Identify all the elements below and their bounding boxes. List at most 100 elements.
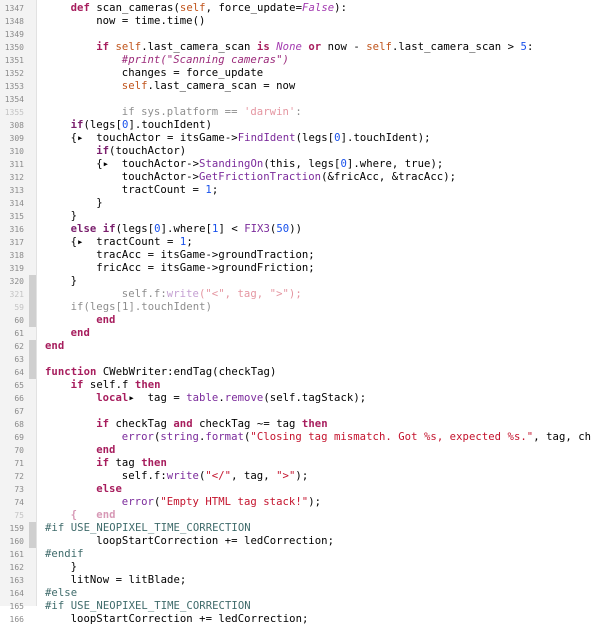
code-text: end [71,327,90,340]
code-text: tracAcc = itsGame->groundTraction; [96,249,315,262]
code-text: loopStartCorrection += ledCorrection; [71,613,309,626]
code-line[interactable]: 314} [0,197,606,210]
code-text: def scan_cameras(self, force_update=Fals… [71,2,347,15]
code-line[interactable]: 72 self.f:write("</", tag, ">"); [0,470,606,483]
code-text: tractCount = 1; [122,184,218,197]
code-token: } [96,197,103,209]
line-number: 165 [9,602,24,611]
code-token: ; [186,236,193,248]
code-line[interactable]: 64 function CWebWriter:endTag(checkTag) [0,366,606,379]
code-token: #else [45,587,78,599]
code-text: if checkTag and checkTag ~= tag then [96,418,327,431]
code-token: if [96,41,116,53]
code-token: fricAcc = itsGame->groundFriction; [96,262,315,274]
code-line[interactable]: 165 #if USE_NEOPIXEL_TIME_CORRECTION [0,600,606,613]
code-line[interactable]: 161 #endif [0,548,606,561]
code-line[interactable]: 1355 if sys.platform == 'darwin': [0,106,606,119]
code-line[interactable]: 309 {▸ touchActor = itsGame->FindIdent(le… [0,132,606,145]
code-line[interactable]: 1347 def scan_cameras(self, force_update=… [0,2,606,15]
code-line[interactable]: 315} [0,210,606,223]
code-line[interactable]: 75 { end [0,509,606,522]
code-line[interactable]: 66 local▸ tag = table.remove(self.tagStac… [0,392,606,405]
code-line[interactable]: 160 loopStartCorrection += ledCorrection; [0,535,606,548]
line-number: 1351 [4,56,24,65]
code-text: #if USE_NEOPIXEL_TIME_CORRECTION [45,600,251,613]
code-line[interactable]: 1353 self.last_camera_scan = now [0,80,606,93]
line-number: 161 [9,550,24,559]
code-token: GetFrictionTraction [198,171,322,183]
line-number: 319 [9,264,24,273]
line-number: 63 [14,355,24,364]
code-line[interactable]: 321 self.f:write("<", tag, ">"); [0,288,606,301]
line-number: 1355 [4,108,24,117]
code-line[interactable]: 319 fricAcc = itsGame->groundFriction; [0,262,606,275]
code-line[interactable]: 310 if(touchActor) [0,145,606,158]
code-editor[interactable]: 1347 def scan_cameras(self, force_update=… [0,0,606,625]
code-token: ] < [218,223,245,235]
code-line[interactable]: 318 tracAcc = itsGame->groundTraction; [0,249,606,262]
code-token: CWebWriter:endTag(checkTag) [102,366,277,378]
code-token: : [526,41,534,53]
code-line[interactable]: 61 end [0,327,606,340]
code-line[interactable]: 1350 if self.last_camera_scan is None or … [0,41,606,54]
code-line[interactable]: 59 if(legs[1].touchIdent) [0,301,606,314]
line-number: 163 [9,576,24,585]
code-line[interactable]: 1354 [0,93,606,106]
code-token: tracAcc = itsGame->groundTraction; [96,249,315,261]
code-line[interactable]: 1348 now = time.time() [0,15,606,28]
code-line[interactable]: 308 if(legs[0].touchIdent) [0,119,606,132]
code-line[interactable]: 320} [0,275,606,288]
line-number: 69 [14,433,24,442]
line-number: 1350 [4,43,24,52]
code-text: end [96,444,115,457]
code-text: changes = force_update [122,67,263,80]
code-line[interactable]: 71 if tag then [0,457,606,470]
code-line[interactable]: 60 end [0,314,606,327]
code-line[interactable]: 1351 #print("Scanning cameras") [0,54,606,67]
code-token: litNow = litBlade; [70,574,187,586]
code-line[interactable]: 1352 changes = force_update [0,67,606,80]
code-line[interactable]: 311 {▸ touchActor->StandingOn(this, legs[… [0,158,606,171]
code-line[interactable]: 159 #if USE_NEOPIXEL_TIME_CORRECTION [0,522,606,535]
code-line[interactable]: 62 end [0,340,606,353]
code-line[interactable]: 69 error(string.format("Closing tag misma… [0,431,606,444]
code-line[interactable]: 70 end [0,444,606,457]
line-number: 1354 [4,95,24,104]
code-token: then [141,457,167,469]
line-number: 315 [9,212,24,221]
code-line[interactable]: 312 touchActor->GetFrictionTraction(&fric… [0,171,606,184]
code-line[interactable]: 317 {▸ tractCount = 1; [0,236,606,249]
code-line[interactable]: 63 [0,353,606,366]
code-token: ">" [276,470,296,482]
code-line[interactable]: 313 tractCount = 1; [0,184,606,197]
code-line[interactable]: 162} [0,561,606,574]
code-line[interactable]: 65 if self.f then [0,379,606,392]
line-number: 1349 [4,30,24,39]
line-number: 61 [14,329,24,338]
code-line[interactable]: 73 else [0,483,606,496]
code-line[interactable]: 163 litNow = litBlade; [0,574,606,587]
code-line[interactable]: 67 [0,405,606,418]
code-token: if sys.platform == [121,106,244,118]
line-number: 321 [9,290,24,299]
code-token: now - [327,41,367,53]
code-line[interactable]: 1349 [0,28,606,41]
code-line[interactable]: 316 else if(legs[0].where[1] < FIX3(50)) [0,223,606,236]
code-text: local▸ tag = table.remove(self.tagStack)… [96,392,366,405]
code-token: loopStartCorrection += ledCorrection; [70,613,309,625]
code-line[interactable]: 68 if checkTag and checkTag ~= tag then [0,418,606,431]
code-line[interactable]: 166 loopStartCorrection += ledCorrection; [0,613,606,626]
code-token: (legs[ [115,223,155,235]
code-line[interactable]: 164 #else [0,587,606,600]
code-token: {▸ touchActor-> [96,158,200,170]
code-text: { end [71,509,116,522]
code-token: local [96,392,129,404]
code-token: self [121,80,148,92]
code-line[interactable]: 74 error("Empty HTML tag stack!"); [0,496,606,509]
code-token: error [121,431,154,443]
code-token: if [70,119,84,131]
code-token: end [45,340,65,352]
code-token: end [96,444,116,456]
code-token: { end [70,509,116,521]
code-token: write [166,288,199,300]
